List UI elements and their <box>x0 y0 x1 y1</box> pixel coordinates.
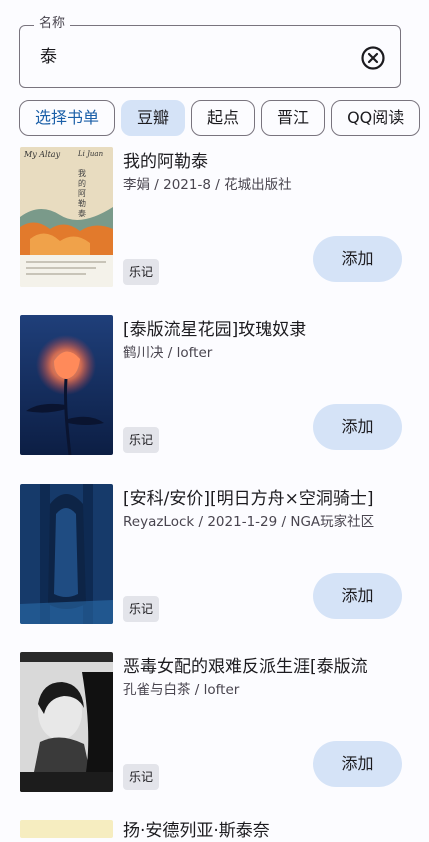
source-tag: 乐记 <box>123 427 160 453</box>
book-item[interactable]: [安科/安价][明日方舟×空洞骑士] ReyazLock / 2021-1-29… <box>0 484 429 634</box>
cover-title-en: My Altay <box>24 150 61 159</box>
cover-art-knight <box>20 484 113 624</box>
cover-author-en: Li Juan <box>78 150 104 158</box>
book-meta: 鹤川决 / lofter <box>123 345 213 361</box>
book-title: 我的阿勒泰 <box>123 152 208 172</box>
add-button[interactable]: 添加 <box>313 573 402 619</box>
book-title: [泰版流星花园]玫瑰奴隶 <box>123 320 307 340</box>
book-cover <box>20 315 113 455</box>
book-meta: 李娟 / 2021-8 / 花城出版社 <box>123 177 292 193</box>
search-field-label: 名称 <box>34 15 71 33</box>
search-input[interactable]: 泰 <box>40 46 57 68</box>
book-title: [安科/安价][明日方舟×空洞骑士] <box>123 489 374 509</box>
add-button[interactable]: 添加 <box>313 236 402 282</box>
cover-art-altay <box>20 147 113 287</box>
book-title: 扬·安德列亚·斯泰奈 <box>123 821 270 841</box>
source-tag: 乐记 <box>123 764 160 790</box>
book-meta: 孔雀与白茶 / lofter <box>123 682 240 698</box>
chip-booklist[interactable]: 选择书单 <box>19 100 116 136</box>
cover-title-cn: 我的阿勒泰 <box>78 169 86 218</box>
book-item[interactable]: 恶毒女配的艰难反派生涯[泰版流 孔雀与白茶 / lofter 乐记 添加 <box>0 652 429 802</box>
source-chips: 选择书单 豆瓣 起点 晋江 QQ阅读 <box>19 100 429 138</box>
book-cover <box>20 652 113 792</box>
add-button[interactable]: 添加 <box>313 404 402 450</box>
source-tag: 乐记 <box>123 259 160 285</box>
source-tag: 乐记 <box>123 596 160 622</box>
cover-art-rose <box>20 315 113 455</box>
add-button[interactable]: 添加 <box>313 741 402 787</box>
book-item[interactable]: [泰版流星花园]玫瑰奴隶 鹤川决 / lofter 乐记 添加 <box>0 315 429 465</box>
book-meta: ReyazLock / 2021-1-29 / NGA玩家社区 <box>123 514 375 530</box>
book-cover: My Altay Li Juan 我的阿勒泰 <box>20 147 113 287</box>
book-title: 恶毒女配的艰难反派生涯[泰版流 <box>123 657 368 677</box>
clear-icon[interactable] <box>360 45 386 71</box>
book-cover <box>20 484 113 624</box>
chip-qqread[interactable]: QQ阅读 <box>331 100 421 136</box>
cover-art-portrait <box>20 652 113 792</box>
chip-jinjiang[interactable]: 晋江 <box>261 100 326 136</box>
search-field[interactable]: 名称 泰 <box>19 15 401 88</box>
book-cover <box>20 820 113 838</box>
chip-qidian[interactable]: 起点 <box>191 100 256 136</box>
book-item[interactable]: My Altay Li Juan 我的阿勒泰 我的阿勒泰 李娟 / 2021-8… <box>0 147 429 297</box>
chip-douban[interactable]: 豆瓣 <box>121 100 186 136</box>
